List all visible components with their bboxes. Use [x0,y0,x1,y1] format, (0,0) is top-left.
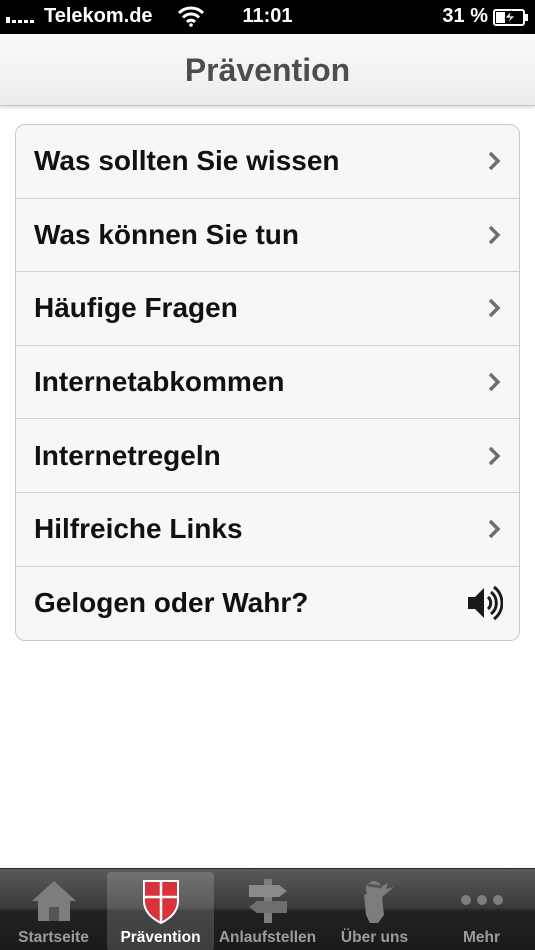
tab-label: Prävention [120,929,201,946]
list-item-was-sollten-sie-wissen[interactable]: Was sollten Sie wissen [16,125,519,199]
list-item-label: Hilfreiche Links [34,513,243,545]
navigation-bar: Prävention [0,34,535,106]
house-icon [31,881,76,921]
list-item-label: Gelogen oder Wahr? [34,587,309,619]
battery-charging-icon [493,9,528,26]
tab-ueber-uns[interactable]: Über uns [321,869,428,950]
list-item-haeufige-fragen[interactable]: Häufige Fragen [16,272,519,346]
app-screen: Telekom.de 11:01 31 % Prävention Was sol… [0,0,535,950]
tab-label: Anlaufstellen [218,929,317,946]
list-item-label: Was können Sie tun [34,218,299,250]
signpost-icon [248,879,287,923]
tab-anlaufstellen[interactable]: Anlaufstellen [214,869,321,950]
tab-label: Über uns [340,929,409,946]
tab-bar: Startseite Prävention Anlaufstellen Über… [0,868,535,950]
list-item-label: Was sollten Sie wissen [34,145,340,177]
tab-startseite[interactable]: Startseite [0,869,107,950]
list-item-label: Internetregeln [34,439,221,471]
tab-label: Startseite [18,929,89,946]
menu-list: Was sollten Sie wissen Was können Sie tu… [15,124,520,642]
tab-label: Mehr [462,929,501,946]
page-title: Prävention [184,52,351,88]
more-dots-icon [460,895,503,905]
shield-icon [142,880,179,925]
chevron-right-icon [488,152,501,171]
status-bar: Telekom.de 11:01 31 % [0,0,535,34]
list-item-hilfreiche-links[interactable]: Hilfreiche Links [16,493,519,567]
mascot-icon [363,881,394,923]
battery-percentage: 31 % [442,5,488,27]
list-item-internetregeln[interactable]: Internetregeln [16,419,519,493]
chevron-right-icon [488,446,501,465]
list-item-label: Häufige Fragen [34,292,238,324]
chevron-right-icon [488,520,501,539]
tab-mehr[interactable]: Mehr [428,869,535,950]
speaker-icon [468,586,503,621]
list-item-gelogen-oder-wahr[interactable]: Gelogen oder Wahr? [16,567,519,641]
chevron-right-icon [488,372,501,392]
tab-praevention[interactable]: Prävention [107,872,214,950]
list-item-label: Internetabkommen [34,366,285,398]
chevron-right-icon [488,299,501,318]
list-item-was-koennen-sie-tun[interactable]: Was können Sie tun [16,199,519,273]
list-item-internetabkommen[interactable]: Internetabkommen [16,346,519,420]
chevron-right-icon [488,225,501,245]
